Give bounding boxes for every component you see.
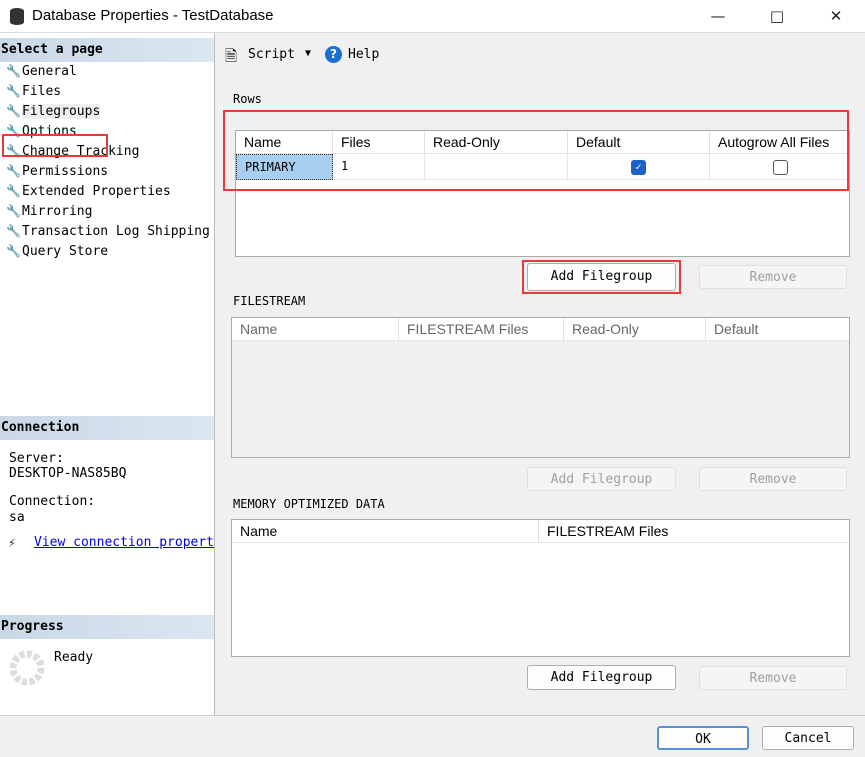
memory-add-filegroup-button[interactable]: Add Filegroup xyxy=(527,665,676,690)
filestream-remove-button[interactable]: Remove xyxy=(699,467,847,491)
column-header[interactable]: Name xyxy=(232,520,539,543)
wrench-icon: 🔧 xyxy=(6,224,21,238)
progress-header: Progress xyxy=(0,615,214,639)
sidebar-item-label: Query Store xyxy=(22,244,109,259)
sidebar-item-extended-properties[interactable]: 🔧Extended Properties xyxy=(6,182,171,200)
sidebar-item-label: Extended Properties xyxy=(22,184,171,199)
minimize-button[interactable]: — xyxy=(696,4,740,28)
left-panel: Select a page 🔧General 🔧Files 🔧Filegroups 🔧… xyxy=(0,33,215,715)
sidebar-item-label: General xyxy=(22,64,77,79)
sidebar-item-label: Files xyxy=(22,84,62,99)
title-bar: Database Properties - TestDatabase — □ ✕ xyxy=(0,0,865,33)
memory-optimized-label: MEMORY OPTIMIZED DATA xyxy=(233,497,385,511)
wrench-icon: 🔧 xyxy=(6,204,21,218)
wrench-icon: 🔧 xyxy=(6,184,21,198)
selection-highlight xyxy=(2,134,108,157)
memory-optimized-grid[interactable]: Name FILESTREAM Files xyxy=(231,519,850,657)
column-header[interactable]: Default xyxy=(706,318,849,341)
column-header[interactable]: Name xyxy=(232,318,399,341)
sidebar-item-label: Mirroring xyxy=(22,204,93,219)
maximize-button[interactable]: □ xyxy=(755,4,799,28)
sidebar-item-label: Permissions xyxy=(22,164,109,179)
rows-remove-button[interactable]: Remove xyxy=(699,265,847,289)
script-button[interactable]: Script xyxy=(248,47,295,62)
window-title: Database Properties - TestDatabase xyxy=(32,7,274,24)
sidebar-item-mirroring[interactable]: 🔧Mirroring xyxy=(6,202,92,220)
dialog-footer: OK Cancel xyxy=(0,715,865,757)
wrench-icon: 🔧 xyxy=(6,244,21,258)
sidebar-item-transaction-log-shipping[interactable]: 🔧Transaction Log Shipping xyxy=(6,222,210,240)
sidebar-item-general[interactable]: 🔧General xyxy=(6,62,77,80)
close-button[interactable]: ✕ xyxy=(814,4,858,28)
memory-remove-button[interactable]: Remove xyxy=(699,666,847,690)
filestream-grid-body xyxy=(232,341,849,457)
wrench-icon: 🔧 xyxy=(6,104,21,118)
connection-value: sa xyxy=(9,510,25,525)
connection-label: Connection: xyxy=(9,494,96,509)
script-dropdown-icon[interactable]: ▼ xyxy=(305,48,311,59)
sidebar-item-filegroups[interactable]: 🔧Filegroups xyxy=(6,102,101,120)
script-icon: 🗎 xyxy=(225,47,238,65)
progress-spinner-icon xyxy=(9,650,45,686)
sidebar-item-files[interactable]: 🔧Files xyxy=(6,82,61,100)
help-icon[interactable]: ? xyxy=(325,46,342,63)
rows-label: Rows xyxy=(233,92,262,106)
cancel-button[interactable]: Cancel xyxy=(762,726,854,750)
add-filegroup-highlight xyxy=(522,260,681,294)
sidebar-item-query-store[interactable]: 🔧Query Store xyxy=(6,242,108,260)
connection-header: Connection xyxy=(0,416,214,440)
select-page-header: Select a page xyxy=(0,38,214,62)
ok-button[interactable]: OK xyxy=(657,726,749,750)
plug-icon: ⚡ xyxy=(8,536,16,551)
column-header[interactable]: FILESTREAM Files xyxy=(399,318,564,341)
sidebar-item-permissions[interactable]: 🔧Permissions xyxy=(6,162,108,180)
wrench-icon: 🔧 xyxy=(6,164,21,178)
column-header[interactable]: Read-Only xyxy=(564,318,706,341)
help-button[interactable]: Help xyxy=(348,47,379,62)
wrench-icon: 🔧 xyxy=(6,64,21,78)
server-label: Server: xyxy=(9,451,64,466)
filestream-label: FILESTREAM xyxy=(233,294,306,308)
rows-highlight xyxy=(223,110,849,191)
progress-status: Ready xyxy=(54,650,94,665)
database-icon xyxy=(10,8,24,25)
filestream-grid[interactable]: Name FILESTREAM Files Read-Only Default xyxy=(231,317,850,458)
server-value: DESKTOP-NAS85BQ xyxy=(9,466,127,481)
column-header[interactable]: FILESTREAM Files xyxy=(539,520,849,543)
wrench-icon: 🔧 xyxy=(6,84,21,98)
sidebar-item-label: Transaction Log Shipping xyxy=(22,224,210,239)
view-connection-properties-link[interactable]: View connection properties xyxy=(34,535,214,550)
main-panel: 🗎 Script ▼ ? Help Rows Name Files Read-O… xyxy=(215,33,865,715)
sidebar-item-label: Filegroups xyxy=(22,104,101,119)
filestream-add-filegroup-button[interactable]: Add Filegroup xyxy=(527,467,676,491)
